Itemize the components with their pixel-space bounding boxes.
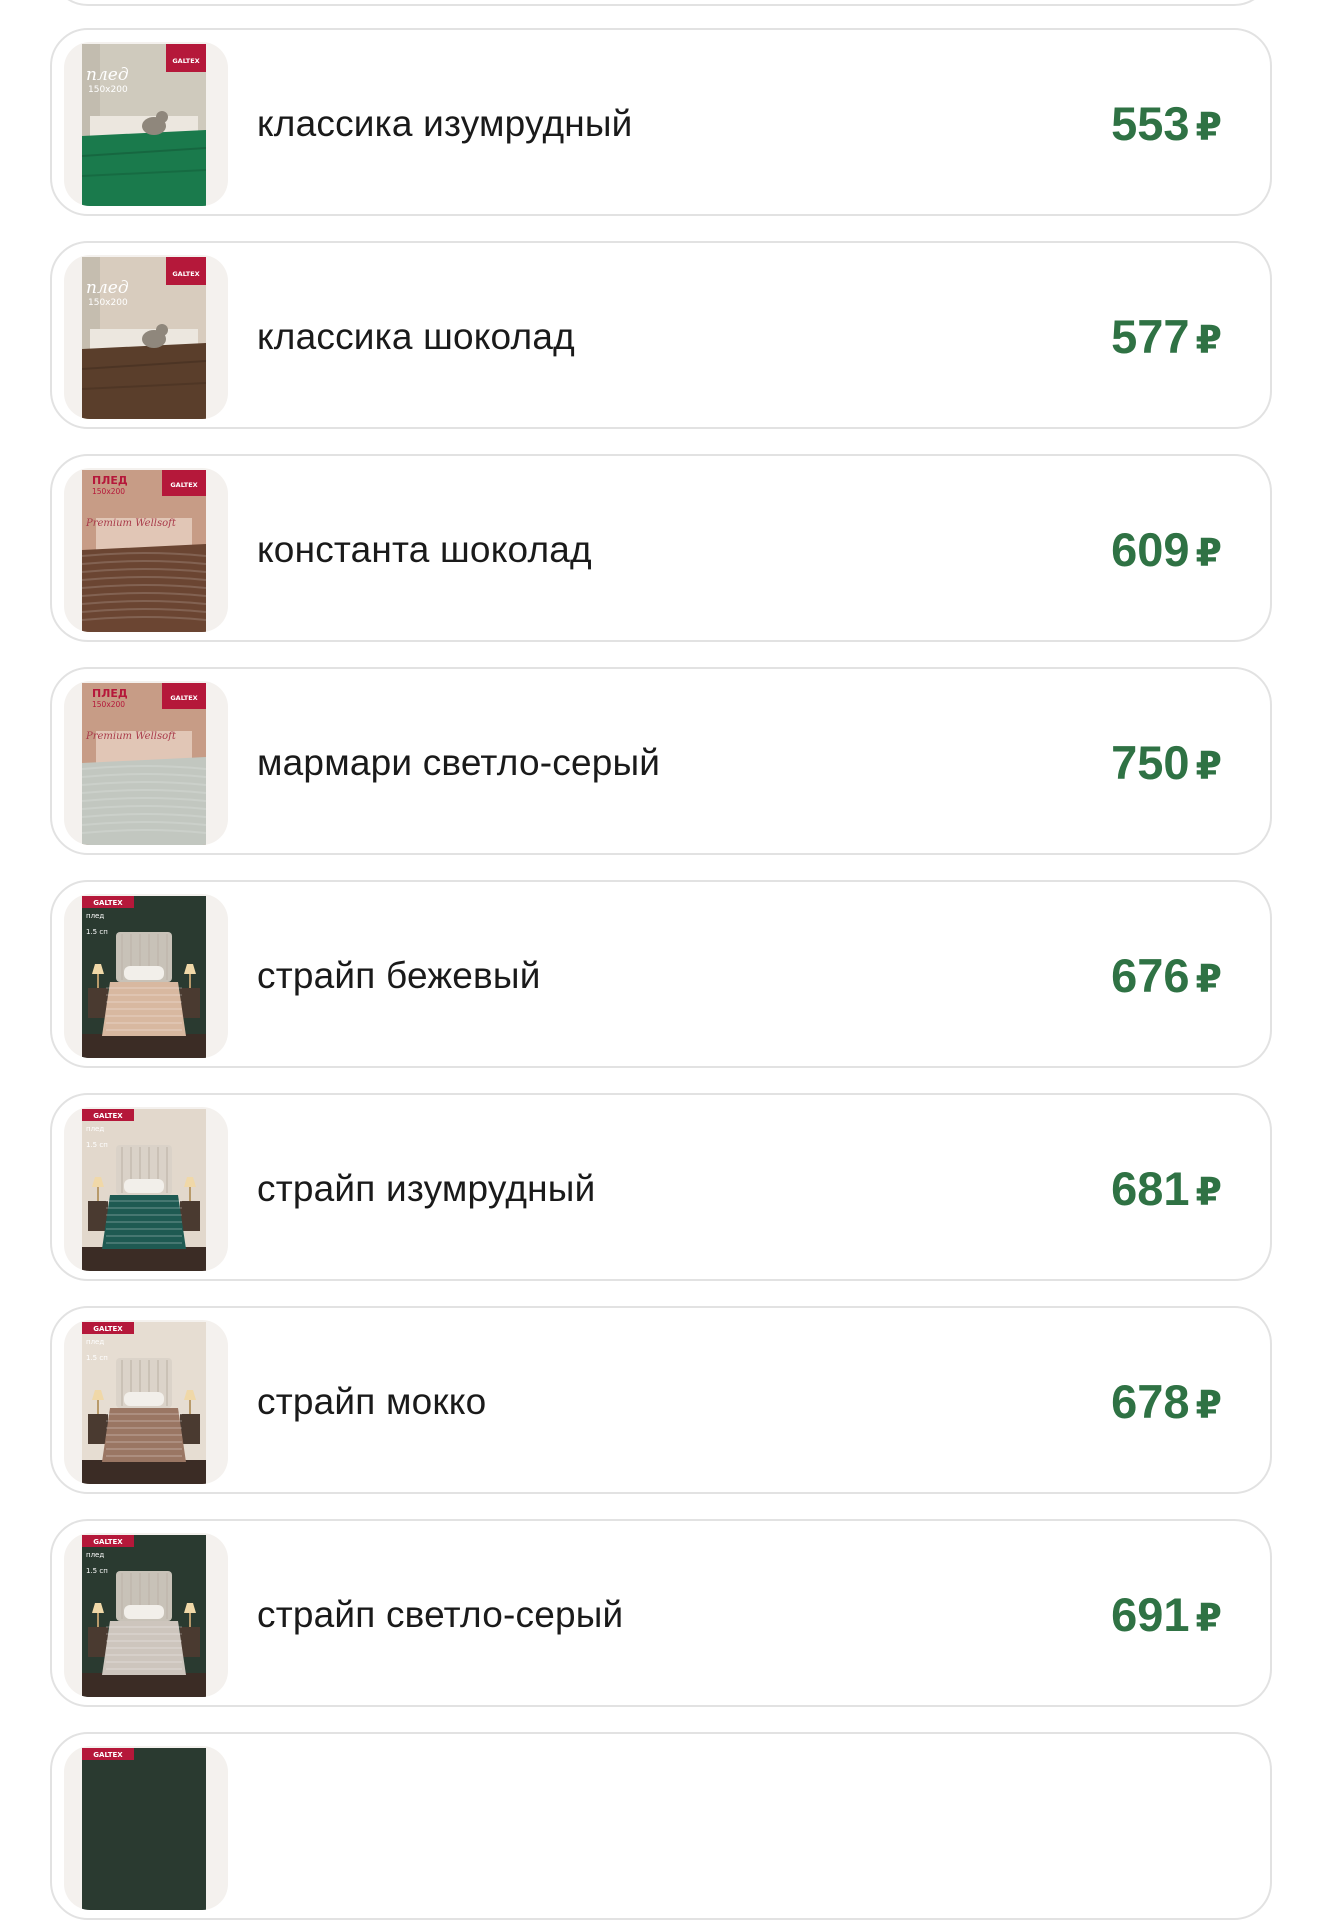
product-price: 676 ₽	[1111, 949, 1222, 1002]
product-name: классика шоколад	[257, 316, 575, 357]
product-image[interactable]: GALTEX	[64, 1746, 228, 1910]
product-price: 681 ₽	[1111, 1162, 1222, 1215]
product-name: страйп бежевый	[257, 955, 541, 996]
product-price: 678 ₽	[1111, 1375, 1222, 1428]
product-name: классика изумрудный	[257, 103, 633, 144]
product-photo: GALTEX плед 1.5 сп	[82, 1322, 206, 1484]
product-card[interactable]: плед 150x200 GALTEX классика изумрудный 55…	[50, 28, 1272, 216]
product-card[interactable]: GALTEX плед 1.5 сп страйп светло-серый 691…	[50, 1519, 1272, 1707]
product-photo: GALTEX	[82, 1748, 206, 1910]
product-name: страйп мокко	[257, 1381, 487, 1422]
product-photo: GALTEX плед 1.5 сп	[82, 1109, 206, 1271]
product-name: мармари светло-серый	[257, 742, 661, 783]
svg-text:GALTEX: GALTEX	[93, 1751, 123, 1759]
product-card[interactable]: GALTEX плед 1.5 сп страйп бежевый 676 ₽	[50, 880, 1272, 1068]
ruble-sign: ₽	[1195, 107, 1222, 149]
svg-text:плед: плед	[86, 278, 129, 298]
product-image[interactable]: ПЛЕД 150x200 Premium Wellsoft GALTEX	[64, 681, 228, 845]
product-image[interactable]: GALTEX плед 1.5 сп	[64, 1533, 228, 1697]
product-photo: ПЛЕД150x200 Premium Wellsoft GALTEX	[82, 683, 206, 845]
ruble-sign: ₽	[1195, 533, 1222, 575]
product-price: 609 ₽	[1111, 523, 1222, 576]
svg-text:Premium Wellsoft: Premium Wellsoft	[85, 518, 177, 529]
svg-text:ПЛЕД: ПЛЕД	[92, 687, 128, 700]
svg-text:GALTEX: GALTEX	[93, 1538, 123, 1546]
svg-text:1.5 сп: 1.5 сп	[86, 1354, 108, 1362]
svg-text:150x200: 150x200	[88, 298, 128, 308]
product-price: 577 ₽	[1111, 310, 1222, 363]
svg-text:плед: плед	[86, 1125, 104, 1133]
svg-text:150x200: 150x200	[92, 700, 125, 709]
product-card[interactable]: ПЛЕД 150x200 Premium Wellsoft GALTEX мармар…	[50, 667, 1272, 855]
product-photo: плед150x200 GALTEX	[82, 44, 206, 206]
svg-text:GALTEX: GALTEX	[93, 899, 123, 907]
ruble-sign: ₽	[1195, 746, 1222, 788]
svg-text:150x200: 150x200	[92, 487, 125, 496]
product-image[interactable]: GALTEX плед 1.5 сп	[64, 1107, 228, 1271]
product-list: плед 150x200 GALTEX классика изумрудный 55…	[0, 0, 1320, 1920]
svg-text:плед: плед	[86, 1338, 104, 1346]
product-name: страйп светло-серый	[257, 1594, 624, 1635]
product-price: 691 ₽	[1111, 1588, 1222, 1641]
product-card[interactable]: GALTEX плед 1.5 сп страйп изумрудный 681 ₽	[50, 1093, 1272, 1281]
svg-text:ПЛЕД: ПЛЕД	[92, 474, 128, 487]
svg-text:1.5 сп: 1.5 сп	[86, 1567, 108, 1575]
svg-text:GALTEX: GALTEX	[172, 57, 199, 65]
svg-text:плед: плед	[86, 65, 129, 85]
svg-text:GALTEX: GALTEX	[172, 270, 199, 278]
product-card[interactable]: ПЛЕД 150x200 Premium Wellsoft GALTEX конста…	[50, 454, 1272, 642]
product-image[interactable]: GALTEX плед 1.5 сп	[64, 894, 228, 1058]
svg-text:плед: плед	[86, 1551, 104, 1559]
product-card[interactable]: плед 150x200 GALTEX классика шоколад 577 ₽	[50, 241, 1272, 429]
svg-text:плед: плед	[86, 912, 104, 920]
product-name: страйп изумрудный	[257, 1168, 596, 1209]
product-photo: ПЛЕД150x200 Premium Wellsoft GALTEX	[82, 470, 206, 632]
product-image[interactable]: GALTEX плед 1.5 сп	[64, 1320, 228, 1484]
ruble-sign: ₽	[1195, 1385, 1222, 1427]
svg-text:1.5 сп: 1.5 сп	[86, 928, 108, 936]
product-photo: плед150x200 GALTEX	[82, 257, 206, 419]
ruble-sign: ₽	[1195, 320, 1222, 362]
svg-text:GALTEX: GALTEX	[93, 1112, 123, 1120]
ruble-sign: ₽	[1195, 1172, 1222, 1214]
svg-text:GALTEX: GALTEX	[170, 694, 197, 702]
product-image[interactable]: плед 150x200 GALTEX	[64, 42, 228, 206]
product-name: константа шоколад	[257, 529, 592, 570]
ruble-sign: ₽	[1195, 1598, 1222, 1640]
product-card-partial-bottom[interactable]: GALTEX	[50, 1732, 1272, 1920]
product-price: 553 ₽	[1111, 97, 1222, 150]
product-card-partial-top[interactable]	[50, 0, 1272, 6]
ruble-sign: ₽	[1195, 959, 1222, 1001]
product-card[interactable]: GALTEX плед 1.5 сп страйп мокко 678 ₽	[50, 1306, 1272, 1494]
svg-text:150x200: 150x200	[88, 85, 128, 95]
product-photo: GALTEX плед 1.5 сп	[82, 896, 206, 1058]
svg-text:GALTEX: GALTEX	[170, 481, 197, 489]
svg-text:1.5 сп: 1.5 сп	[86, 1141, 108, 1149]
product-image[interactable]: ПЛЕД 150x200 Premium Wellsoft GALTEX	[64, 468, 228, 632]
product-image[interactable]: плед 150x200 GALTEX	[64, 255, 228, 419]
product-photo: GALTEX плед 1.5 сп	[82, 1535, 206, 1697]
svg-text:GALTEX: GALTEX	[93, 1325, 123, 1333]
product-price: 750 ₽	[1111, 736, 1222, 789]
svg-text:Premium Wellsoft: Premium Wellsoft	[85, 731, 177, 742]
